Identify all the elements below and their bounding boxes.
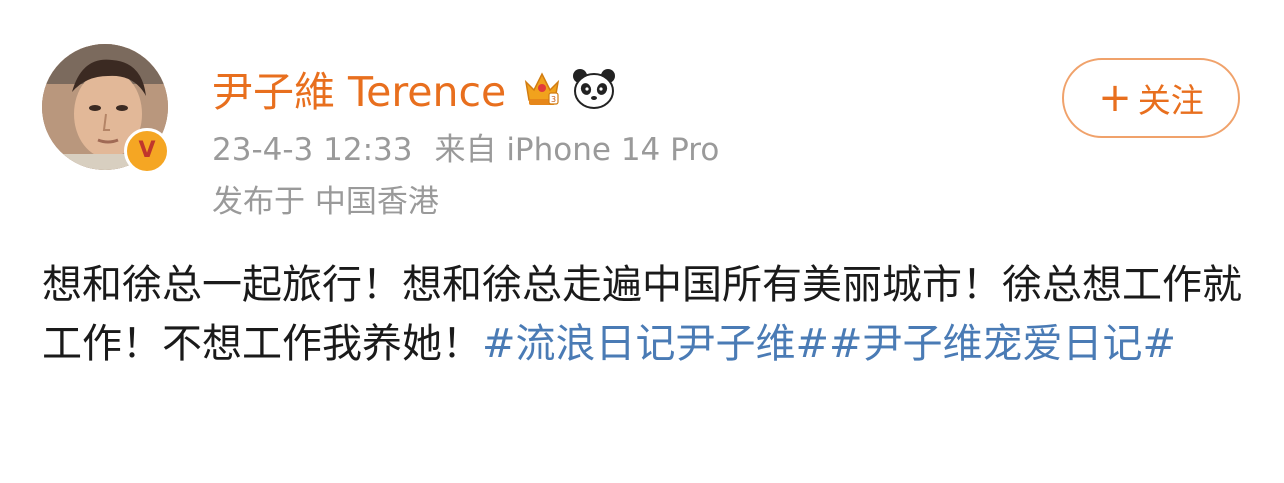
username-row: 尹子維 Terence 3	[212, 58, 618, 118]
follow-button[interactable]: + 关注	[1062, 58, 1240, 138]
timestamp[interactable]: 23-4-3 12:33	[212, 132, 412, 168]
svg-text:3: 3	[551, 95, 556, 104]
plus-icon: +	[1098, 75, 1132, 121]
verified-badge: V	[124, 128, 170, 174]
hashtag-link[interactable]: #流浪日记尹子维#	[482, 321, 829, 367]
post-meta: 23-4-3 12:33 来自 iPhone 14 Pro	[212, 128, 719, 172]
post-content: 想和徐总一起旅行！想和徐总走遍中国所有美丽城市！徐总想工作就工作！不想工作我养她…	[42, 256, 1247, 374]
crown-icon[interactable]: 3	[520, 66, 564, 110]
follow-label: 关注	[1137, 81, 1204, 120]
username[interactable]: 尹子維 Terence	[212, 58, 506, 118]
hashtag-link[interactable]: #尹子维宠爱日记#	[829, 321, 1176, 367]
post-location: 发布于 中国香港	[212, 184, 439, 220]
panda-icon[interactable]	[570, 64, 618, 112]
post-source: 来自 iPhone 14 Pro	[434, 132, 720, 168]
